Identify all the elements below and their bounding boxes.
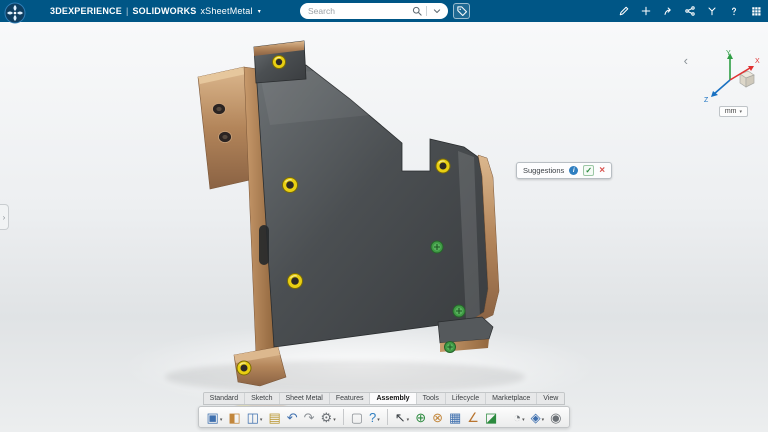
app-name: xSheetMetal [200, 6, 252, 16]
left-panel-expander[interactable]: › [0, 204, 9, 230]
clipboard-icon[interactable]: ▢ [349, 410, 365, 425]
3d-viewport[interactable]: › ‹ Y X Z mm ▾ Suggest [0, 22, 768, 432]
tab-sketch[interactable]: Sketch [245, 393, 279, 404]
tab-view[interactable]: View [537, 393, 564, 404]
search-area [300, 3, 470, 19]
app-switcher-chevron[interactable]: ▾ [258, 8, 261, 15]
search-icon[interactable] [411, 5, 423, 17]
suggestions-label: Suggestions [523, 166, 564, 175]
app-title: 3DEXPERIENCE | SOLIDWORKS xSheetMetal ▾ [50, 0, 261, 22]
right-panel-collapse[interactable]: ‹ [684, 54, 688, 67]
search-options-chevron[interactable] [431, 5, 443, 17]
accept-suggestions-icon[interactable]: ✓ [583, 165, 594, 176]
search-input[interactable] [308, 6, 411, 16]
dropdown-chevron-icon[interactable]: ▾ [542, 417, 545, 424]
redo-icon[interactable]: ↷ [302, 410, 317, 425]
section-view-icon: ◪ [485, 411, 497, 424]
select-icon[interactable]: ↖▾ [393, 410, 411, 425]
save-icon: ◫ [247, 411, 259, 424]
measure-icon[interactable]: ∠ [465, 410, 481, 425]
tag-icon[interactable] [453, 3, 470, 19]
undo-icon[interactable]: ↶ [285, 410, 300, 425]
fastener-icon[interactable]: ⊗ [430, 410, 445, 425]
brand-separator: | [126, 6, 129, 16]
select-icon: ↖ [395, 411, 406, 424]
mate-icon[interactable]: ⊕ [413, 410, 428, 425]
action-bar: ▣▾◧◫▾▤↶↷⚙▾▢?▾↖▾⊕⊗▦∠◪◔▾◈▾◉ [198, 406, 571, 428]
search-box[interactable] [300, 3, 448, 19]
section-view-icon[interactable]: ◪ [483, 410, 499, 425]
settings-icon[interactable]: ⚙▾ [319, 410, 338, 425]
units-dropdown[interactable]: mm ▾ [719, 106, 748, 117]
help-tool-icon[interactable]: ?▾ [367, 410, 382, 425]
z-axis-label: Z [704, 97, 709, 104]
close-suggestions-icon[interactable]: × [599, 166, 605, 176]
toolbar-tabs: StandardSketchSheet MetalFeaturesAssembl… [203, 392, 566, 405]
settings-icon: ⚙ [321, 411, 333, 424]
save-icon[interactable]: ◫▾ [245, 410, 265, 425]
display-style-icon[interactable]: ◔▾ [511, 410, 526, 425]
platform-name: 3DEXPERIENCE [50, 6, 122, 16]
dropdown-chevron-icon[interactable]: ▾ [407, 417, 410, 424]
ink-pen-icon[interactable] [618, 5, 630, 17]
dropdown-chevron-icon[interactable]: ▾ [260, 417, 263, 424]
units-chevron-icon: ▾ [739, 109, 742, 115]
view-orientation-icon: ◈ [531, 411, 541, 424]
pattern-icon[interactable]: ▦ [447, 410, 463, 425]
units-value: mm [725, 108, 737, 115]
tab-sheet-metal[interactable]: Sheet Metal [280, 393, 330, 404]
toolbar-separator [387, 409, 388, 425]
mate-icon: ⊕ [415, 411, 426, 424]
sheet-metal-part[interactable] [140, 25, 570, 415]
tab-assembly[interactable]: Assembly [370, 393, 416, 404]
component-tools-icon: ▣ [207, 411, 219, 424]
camera-icon[interactable]: ◉ [548, 410, 563, 425]
insert-component-icon: ◧ [228, 411, 240, 424]
dropdown-chevron-icon[interactable]: ▾ [220, 417, 223, 424]
redo-icon: ↷ [304, 411, 315, 424]
insert-component-icon[interactable]: ◧ [226, 410, 242, 425]
dropdown-chevron-icon[interactable]: ▾ [377, 417, 380, 424]
dropdown-chevron-icon[interactable]: ▾ [522, 417, 525, 424]
x-axis-label: X [755, 58, 760, 65]
pattern-icon: ▦ [449, 411, 461, 424]
open-icon[interactable]: ▤ [266, 410, 282, 425]
topbar-actions [618, 0, 762, 22]
help-tool-icon: ? [369, 411, 376, 424]
application-window: 3DEXPERIENCE | SOLIDWORKS xSheetMetal ▾ [0, 0, 768, 432]
y-axis-label: Y [726, 50, 731, 57]
share-forward-icon[interactable] [662, 5, 674, 17]
suggestions-panel: Suggestions i ✓ × [516, 162, 612, 179]
orientation-triad[interactable]: Y X Z [700, 46, 762, 109]
tab-marketplace[interactable]: Marketplace [486, 393, 537, 404]
collaboration-icon[interactable] [706, 5, 718, 17]
bottom-ui: StandardSketchSheet MetalFeaturesAssembl… [0, 392, 768, 428]
toolbar-separator [343, 409, 344, 425]
component-tools-icon[interactable]: ▣▾ [205, 410, 225, 425]
view-orientation-icon[interactable]: ◈▾ [529, 410, 547, 425]
tab-lifecycle[interactable]: Lifecycle [446, 393, 486, 404]
fastener-icon: ⊗ [432, 411, 443, 424]
undo-icon: ↶ [287, 411, 298, 424]
display-style-icon: ◔ [513, 411, 521, 424]
dropdown-chevron-icon[interactable]: ▾ [333, 417, 336, 424]
measure-icon: ∠ [467, 411, 479, 424]
camera-icon: ◉ [550, 411, 561, 424]
info-icon[interactable]: i [569, 166, 578, 175]
tab-features[interactable]: Features [330, 393, 371, 404]
search-divider [426, 6, 427, 16]
share-network-icon[interactable] [684, 5, 696, 17]
compass-icon[interactable] [4, 2, 26, 24]
add-icon[interactable] [640, 5, 652, 17]
clipboard-icon: ▢ [351, 411, 363, 424]
tab-standard[interactable]: Standard [204, 393, 245, 404]
product-name: SOLIDWORKS [132, 6, 196, 16]
apps-grid-icon[interactable] [750, 5, 762, 17]
help-icon[interactable] [728, 5, 740, 17]
tab-tools[interactable]: Tools [417, 393, 446, 404]
open-icon: ▤ [268, 411, 280, 424]
top-bar: 3DEXPERIENCE | SOLIDWORKS xSheetMetal ▾ [0, 0, 768, 22]
